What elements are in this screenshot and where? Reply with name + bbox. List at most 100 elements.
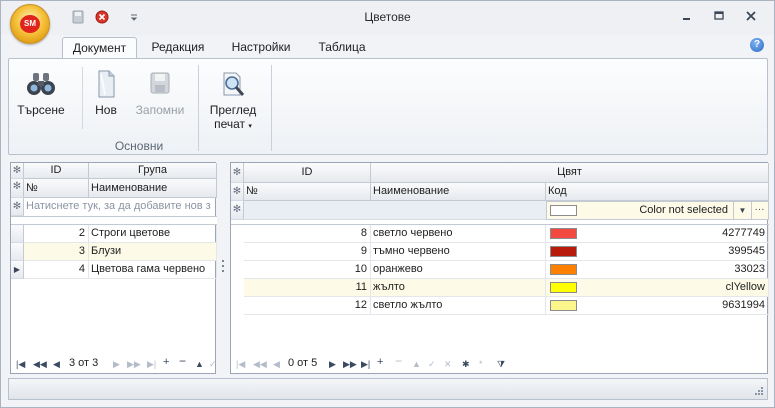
tab-edit[interactable]: Редакция: [143, 37, 213, 59]
nav-delete-icon[interactable]: −: [395, 355, 402, 367]
color-swatch: [550, 228, 577, 239]
nav-first-icon[interactable]: |◀: [236, 358, 245, 370]
table-row-id[interactable]: 9: [244, 243, 371, 261]
resize-grip-icon[interactable]: [754, 386, 764, 396]
close-window-icon[interactable]: [743, 9, 759, 23]
new-label: Нов: [95, 103, 117, 117]
table-row-name[interactable]: оранжево: [371, 261, 546, 279]
print-preview-label-line2: печат: [214, 117, 246, 131]
table-row-code[interactable]: 399545: [546, 243, 769, 261]
color-swatch: [550, 282, 577, 293]
help-icon[interactable]: ?: [750, 38, 764, 52]
nav-first-icon[interactable]: |◀: [16, 358, 25, 370]
new-button[interactable]: Нов: [89, 69, 123, 117]
nav-next-icon[interactable]: ▶: [329, 358, 336, 370]
header-number[interactable]: №: [24, 179, 89, 198]
maximize-icon[interactable]: [711, 9, 727, 23]
table-row-code[interactable]: clYellow: [546, 279, 769, 297]
nav-goto-bookmark-icon[interactable]: *: [479, 358, 483, 370]
table-row-id[interactable]: 11: [244, 279, 371, 297]
nav-delete-icon[interactable]: −: [179, 355, 186, 367]
print-preview-label: Преглед печат ▾: [205, 103, 261, 134]
color-ellipsis-icon[interactable]: ···: [751, 202, 767, 219]
header-color[interactable]: Цвят: [371, 163, 769, 183]
table-row-name[interactable]: тъмно червено: [371, 243, 546, 261]
tab-document[interactable]: Документ: [62, 37, 137, 59]
row-indicator[interactable]: [11, 243, 24, 261]
binoculars-icon: [27, 73, 55, 95]
color-dropdown-icon[interactable]: ▼: [733, 202, 751, 219]
nav-edit-icon[interactable]: ▲: [195, 358, 204, 370]
table-row-id[interactable]: 2: [24, 225, 89, 243]
table-row-id[interactable]: 4: [24, 261, 89, 279]
code-value: 4277749: [722, 227, 765, 239]
nav-prev-icon[interactable]: ◀: [53, 358, 60, 370]
print-preview-button[interactable]: Преглед печат ▾: [205, 71, 261, 134]
nav-next-icon[interactable]: ▶: [113, 358, 120, 370]
new-row-hint[interactable]: Натиснете тук, за да добавите нов з: [24, 198, 217, 216]
header-group[interactable]: Група: [89, 163, 217, 179]
header-color-id[interactable]: ID: [244, 163, 371, 183]
table-row-name[interactable]: светло червено: [371, 225, 546, 243]
new-row-empty[interactable]: [244, 201, 546, 220]
save-disk-icon: [150, 72, 170, 94]
main-window: SM Цветове Документ Редакция Настройки Т…: [0, 0, 775, 408]
colors-grid: ✻ ID Цвят ✻ № Наименование Код ✻ Color n…: [230, 162, 769, 374]
nav-next-page-icon[interactable]: ▶▶: [127, 358, 141, 370]
search-label: Търсене: [17, 103, 65, 117]
nav-prev-page-icon[interactable]: ◀◀: [33, 358, 47, 370]
status-bar: [8, 378, 768, 400]
dropdown-arrow-icon: ▾: [248, 123, 252, 130]
code-value: clYellow: [725, 281, 765, 293]
table-row-name[interactable]: Строги цветове: [89, 225, 217, 243]
nav-post-icon[interactable]: ✓: [428, 358, 436, 370]
table-row-id[interactable]: 3: [24, 243, 89, 261]
column-chooser-icon[interactable]: ✻: [231, 163, 244, 183]
nav-prev-page-icon[interactable]: ◀◀: [253, 358, 267, 370]
header-name[interactable]: Наименование: [371, 183, 546, 201]
save-button[interactable]: Запомни: [131, 69, 189, 117]
column-chooser-icon[interactable]: ✻: [11, 179, 24, 198]
table-row-name[interactable]: светло жълто: [371, 297, 546, 315]
table-row-code[interactable]: 33023: [546, 261, 769, 279]
right-grid-navigator: |◀ ◀◀ ◀ 0 от 5 ▶ ▶▶ ▶| + − ▲ ✓ ✕ ✱ * ⧩: [231, 354, 769, 374]
row-indicator[interactable]: [11, 225, 24, 243]
nav-filter-icon[interactable]: ⧩: [497, 358, 505, 370]
table-row-name[interactable]: Блузи: [89, 243, 217, 261]
table-row-id[interactable]: 10: [244, 261, 371, 279]
column-chooser-icon[interactable]: ✻: [11, 163, 24, 179]
nav-prev-icon[interactable]: ◀: [273, 358, 280, 370]
current-row-indicator-icon[interactable]: ▶: [11, 261, 24, 279]
header-name[interactable]: Наименование: [89, 179, 217, 198]
nav-post-icon[interactable]: ✓: [209, 358, 217, 370]
nav-append-icon[interactable]: +: [163, 356, 169, 368]
nav-cancel-icon[interactable]: ✕: [444, 358, 452, 370]
table-row-code[interactable]: 9631994: [546, 297, 769, 315]
table-row-id[interactable]: 8: [244, 225, 371, 243]
table-row-code[interactable]: 4277749: [546, 225, 769, 243]
color-picker-input[interactable]: Color not selected ▼ ···: [546, 201, 769, 220]
column-chooser-icon[interactable]: ✻: [231, 183, 244, 201]
tab-table[interactable]: Таблица: [309, 37, 375, 59]
table-row-name[interactable]: Цветова гама червено: [89, 261, 217, 279]
tab-settings[interactable]: Настройки: [223, 37, 299, 59]
search-button[interactable]: Търсене: [15, 71, 67, 117]
table-row-name[interactable]: жълто: [371, 279, 546, 297]
table-row-id[interactable]: 12: [244, 297, 371, 315]
ribbon-group-label: Основни: [114, 139, 164, 153]
header-code[interactable]: Код: [546, 183, 769, 201]
splitter-grip-icon[interactable]: [222, 260, 225, 272]
nav-bookmark-icon[interactable]: ✱: [462, 358, 470, 370]
nav-next-page-icon[interactable]: ▶▶: [343, 358, 357, 370]
nav-append-icon[interactable]: +: [377, 356, 383, 368]
nav-last-icon[interactable]: ▶|: [147, 358, 156, 370]
code-value: 9631994: [722, 299, 765, 311]
nav-last-icon[interactable]: ▶|: [361, 358, 370, 370]
ribbon-tabs: Документ Редакция Настройки Таблица: [1, 35, 774, 59]
color-swatch: [550, 264, 577, 275]
header-group-id[interactable]: ID: [24, 163, 89, 179]
minimize-icon[interactable]: [678, 9, 694, 23]
window-title: Цветове: [364, 10, 411, 24]
nav-edit-icon[interactable]: ▲: [412, 358, 421, 370]
header-number[interactable]: №: [244, 183, 371, 201]
